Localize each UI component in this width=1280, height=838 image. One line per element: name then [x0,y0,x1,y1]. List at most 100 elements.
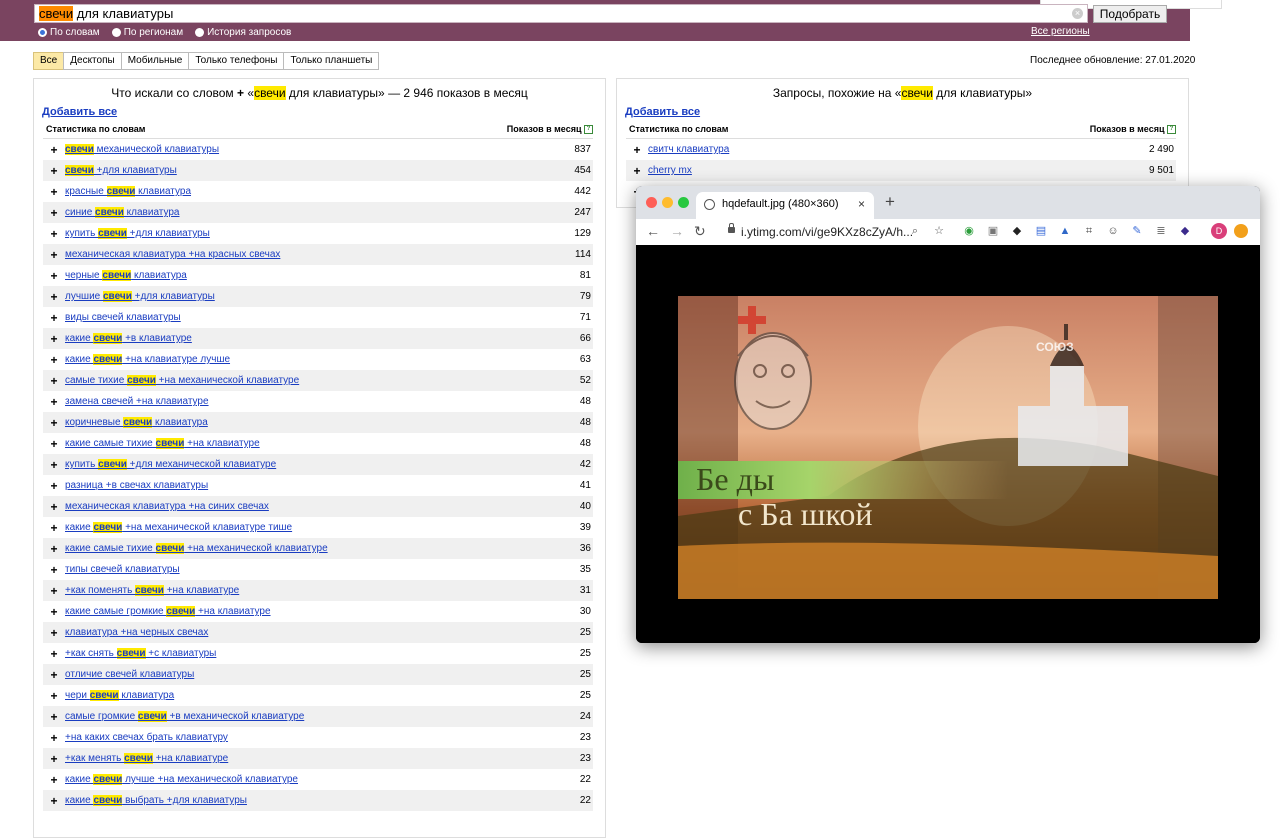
query-link[interactable]: чери свечи клавиатура [65,690,531,701]
maximize-window-icon[interactable] [678,197,689,208]
query-link[interactable]: какие свечи лучше +на механической клави… [65,774,531,785]
add-plus-icon[interactable]: + [43,458,65,472]
add-plus-icon[interactable]: + [43,710,65,724]
add-plus-icon[interactable]: + [43,143,65,157]
add-plus-icon[interactable]: + [43,521,65,535]
reload-icon[interactable]: ↻ [694,223,706,240]
all-regions-link[interactable]: Все регионы [1031,26,1090,37]
add-plus-icon[interactable]: + [43,773,65,787]
query-link[interactable]: красные свечи клавиатура [65,186,531,197]
zoom-icon[interactable]: ⌕ [908,224,922,238]
query-link[interactable]: купить свечи +для клавиатуры [65,228,531,239]
add-plus-icon[interactable]: + [43,395,65,409]
extension-stack-icon[interactable]: ≣ [1154,224,1168,238]
query-link[interactable]: лучшие свечи +для клавиатуры [65,291,531,302]
new-tab-icon[interactable]: + [885,192,895,212]
query-link[interactable]: какие свечи +в клавиатуре [65,333,531,344]
add-plus-icon[interactable]: + [43,290,65,304]
query-link[interactable]: какие самые тихие свечи +на клавиатуре [65,438,531,449]
query-link[interactable]: самые тихие свечи +на механической клави… [65,375,531,386]
device-tab[interactable]: Десктопы [63,52,122,70]
extension-frame-icon[interactable]: ⌗ [1082,224,1096,238]
search-mode-radio[interactable]: По словам [38,26,100,39]
radio-icon[interactable] [38,28,47,37]
profile-avatar[interactable]: D [1211,223,1227,239]
back-icon[interactable]: ← [646,223,660,239]
add-plus-icon[interactable]: + [43,752,65,766]
add-plus-icon[interactable]: + [43,374,65,388]
query-link[interactable]: механическая клавиатура +на синих свечах [65,501,531,512]
query-link[interactable]: какие самые громкие свечи +на клавиатуре [65,606,531,617]
query-link[interactable]: клавиатура +на черных свечах [65,627,531,638]
add-plus-icon[interactable]: + [43,311,65,325]
add-plus-icon[interactable]: + [43,731,65,745]
add-plus-icon[interactable]: + [43,164,65,178]
add-plus-icon[interactable]: + [43,584,65,598]
device-tab[interactable]: Только планшеты [283,52,380,70]
bookmark-star-icon[interactable]: ☆ [932,224,946,238]
query-link[interactable]: какие свечи +на клавиатуре лучше [65,354,531,365]
query-link[interactable]: какие свечи выбрать +для клавиатуры [65,795,531,806]
extension-green-icon[interactable]: ◉ [962,224,976,238]
clear-icon[interactable]: × [1072,8,1083,19]
device-tab[interactable]: Только телефоны [188,52,285,70]
query-link[interactable]: +как поменять свечи +на клавиатуре [65,585,531,596]
query-link[interactable]: свечи механической клавиатуры [65,144,531,155]
add-plus-icon[interactable]: + [43,542,65,556]
add-plus-icon[interactable]: + [43,227,65,241]
forward-icon[interactable]: → [670,223,684,239]
add-plus-icon[interactable]: + [626,143,648,157]
extension-eye-icon[interactable]: ◆ [1010,224,1024,238]
help-icon[interactable]: ? [1167,125,1176,135]
add-plus-icon[interactable]: + [43,437,65,451]
radio-icon[interactable] [195,28,205,37]
query-link[interactable]: cherry mx [648,165,1114,176]
extension-orange-icon[interactable] [1234,224,1248,238]
add-plus-icon[interactable]: + [43,500,65,514]
add-plus-icon[interactable]: + [43,269,65,283]
extension-spy-icon[interactable]: ☺ [1106,224,1120,238]
add-plus-icon[interactable]: + [43,626,65,640]
radio-icon[interactable] [111,28,121,37]
add-plus-icon[interactable]: + [43,332,65,346]
add-plus-icon[interactable]: + [43,248,65,262]
query-link[interactable]: разница +в свечах клавиатуры [65,480,531,491]
query-link[interactable]: +как менять свечи +на клавиатуре [65,753,531,764]
extension-gem-icon[interactable]: ◆ [1178,224,1192,238]
add-plus-icon[interactable]: + [43,647,65,661]
search-mode-radio[interactable]: История запросов [195,26,291,39]
query-link[interactable]: свитч клавиатура [648,144,1114,155]
query-link[interactable]: отличие свечей клавиатуры [65,669,531,680]
tab-close-icon[interactable]: × [858,192,865,217]
extension-a-icon[interactable]: ▲ [1058,224,1072,238]
add-all-link[interactable]: Добавить все [42,106,605,120]
address-bar[interactable]: i.ytimg.com/vi/ge9KXz8cZyA/h... [741,225,913,239]
browser-tab[interactable]: hqdefault.jpg (480×360) × [696,192,874,219]
add-all-link[interactable]: Добавить все [625,106,1188,120]
add-plus-icon[interactable]: + [43,353,65,367]
query-link[interactable]: какие свечи +на механической клавиатуре … [65,522,531,533]
query-link[interactable]: типы свечей клавиатуры [65,564,531,575]
add-plus-icon[interactable]: + [43,689,65,703]
add-plus-icon[interactable]: + [43,668,65,682]
search-input[interactable]: свечи для клавиатуры × [34,4,1088,23]
device-tab[interactable]: Мобильные [120,52,190,70]
add-plus-icon[interactable]: + [626,164,648,178]
query-link[interactable]: свечи +для клавиатуры [65,165,531,176]
query-link[interactable]: коричневые свечи клавиатура [65,417,531,428]
extension-brush-icon[interactable]: ✎ [1130,224,1144,238]
query-link[interactable]: замена свечей +на клавиатуре [65,396,531,407]
query-link[interactable]: виды свечей клавиатуры [65,312,531,323]
add-plus-icon[interactable]: + [43,605,65,619]
add-plus-icon[interactable]: + [43,206,65,220]
query-link[interactable]: механическая клавиатура +на красных свеч… [65,249,531,260]
close-window-icon[interactable] [646,197,657,208]
query-link[interactable]: +на каких свечах брать клавиатуру [65,732,531,743]
query-link[interactable]: какие самые тихие свечи +на механической… [65,543,531,554]
extension-code-icon[interactable]: ▣ [986,224,1000,238]
add-plus-icon[interactable]: + [43,794,65,808]
minimize-window-icon[interactable] [662,197,673,208]
add-plus-icon[interactable]: + [43,185,65,199]
add-plus-icon[interactable]: + [43,416,65,430]
add-plus-icon[interactable]: + [43,479,65,493]
